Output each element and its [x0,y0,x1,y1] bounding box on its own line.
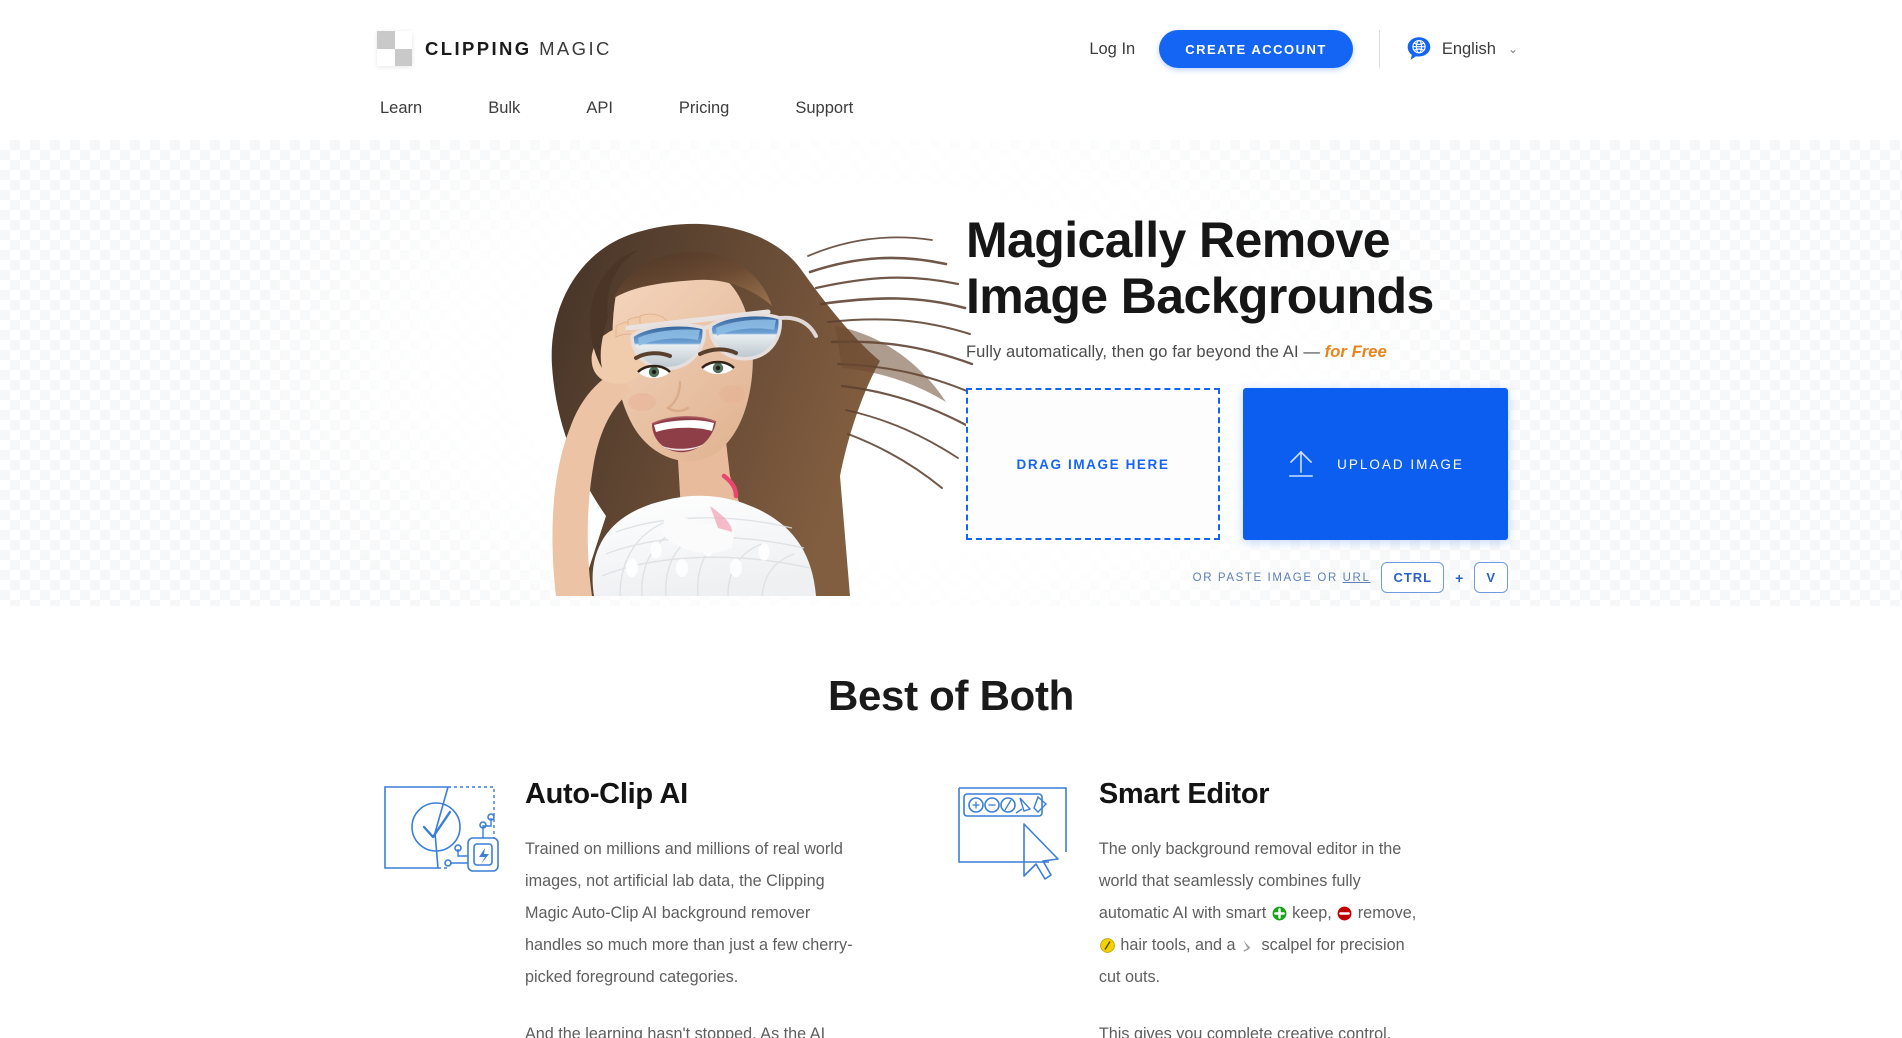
globe-icon [1407,37,1431,60]
key-plus-separator: + [1455,569,1464,586]
auto-clip-ai-icon-wrap [380,778,525,1038]
nav-item-api[interactable]: API [586,99,613,118]
feature-paragraph-1: The only background removal editor in th… [1098,840,1417,986]
section-title-best-of-both: Best of Both [827,672,1075,719]
logo-wordmark: CLIPPING MAGIC [425,38,612,60]
paste-hint-prefix: OR PASTE IMAGE OR [1192,571,1343,584]
upload-image-button[interactable]: UPLOAD IMAGE [1243,388,1508,540]
nav-item-support[interactable]: Support [795,99,853,118]
header-divider [1378,30,1380,68]
smart-editor-icon-wrap [954,778,1099,1038]
checkerboard-logo-icon [377,31,412,66]
nav-item-pricing[interactable]: Pricing [679,99,729,118]
paste-hint-text: OR PASTE IMAGE OR URL [1193,572,1371,584]
paste-hint-row: OR PASTE IMAGE OR URL CTRL + V [966,562,1508,593]
logo-word-magic: MAGIC [539,37,612,59]
auto-clip-ai-body: Auto-Clip AI Trained on millions and mil… [525,778,954,1038]
hero-copy: Magically Remove Image Backgrounds Fully… [966,212,1606,362]
upload-controls: DRAG IMAGE HERE UPLOAD IMAGE [966,388,1508,540]
feature-smart-editor: Smart Editor The only background removal… [954,778,1520,1038]
hero-title-line-2: Image Backgrounds [966,268,1434,324]
hero-subtitle: Fully automatically, then go far beyond … [966,343,1606,362]
hero-subtitle-highlight: for Free [1324,343,1387,361]
site-header: CLIPPING MAGIC Learn Bulk API Pricing Su… [0,0,1902,140]
hero-title-line-1: Magically Remove [966,212,1391,268]
nav-item-learn[interactable]: Learn [380,99,422,118]
hero-subtitle-text: Fully automatically, then go far beyond … [966,343,1325,361]
remove-minus-icon [1337,906,1352,921]
key-v[interactable]: V [1474,562,1508,593]
hero-photo [380,176,980,611]
feature-paragraph-1: Trained on millions and millions of real… [525,840,853,986]
chevron-down-icon: ⌄ [1507,42,1518,56]
language-label: English [1441,39,1496,58]
key-ctrl[interactable]: CTRL [1381,562,1445,593]
page-root: CLIPPING MAGIC Learn Bulk API Pricing Su… [0,0,1902,1038]
feature-paragraph-2: And the learning hasn't stopped. As the … [525,1025,826,1038]
upload-arrow-icon [1289,450,1313,477]
paste-url-link[interactable]: URL [1343,572,1371,584]
smart-editor-body: Smart Editor The only background removal… [1099,778,1520,1038]
nav-item-bulk[interactable]: Bulk [488,99,520,118]
feature-paragraph-2: This gives you complete creative control… [1098,1025,1392,1038]
smiling-woman-with-sunglasses-cutout [551,223,975,597]
logo[interactable]: CLIPPING MAGIC [377,31,612,66]
upload-button-label: UPLOAD IMAGE [1337,456,1464,472]
language-selector[interactable]: English ⌄ [1406,36,1518,62]
features-grid: Auto-Clip AI Trained on millions and mil… [380,778,1520,1038]
feature-auto-clip-ai: Auto-Clip AI Trained on millions and mil… [380,778,954,1038]
log-in-link[interactable]: Log In [1089,40,1135,59]
main-navigation: Learn Bulk API Pricing Support [380,99,853,118]
create-account-button[interactable]: CREATE ACCOUNT [1159,30,1353,68]
dropzone-label: DRAG IMAGE HERE [1016,456,1170,472]
keep-plus-icon [1272,906,1287,921]
feature-title-smart-editor: Smart Editor [1098,778,1270,810]
hair-tool-icon [1100,938,1115,953]
page-title: Magically Remove Image Backgrounds [966,212,1606,324]
feature-title-auto-clip-ai: Auto-Clip AI [525,778,688,810]
smart-editor-illustration-icon [958,787,1067,880]
logo-word-clipping: CLIPPING [425,37,532,59]
scalpel-icon [1243,940,1251,952]
auto-clip-ai-illustration-icon [384,786,499,872]
header-actions: Log In CREATE ACCOUNT English ⌄ [1089,30,1518,68]
drag-image-dropzone[interactable]: DRAG IMAGE HERE [966,388,1220,540]
